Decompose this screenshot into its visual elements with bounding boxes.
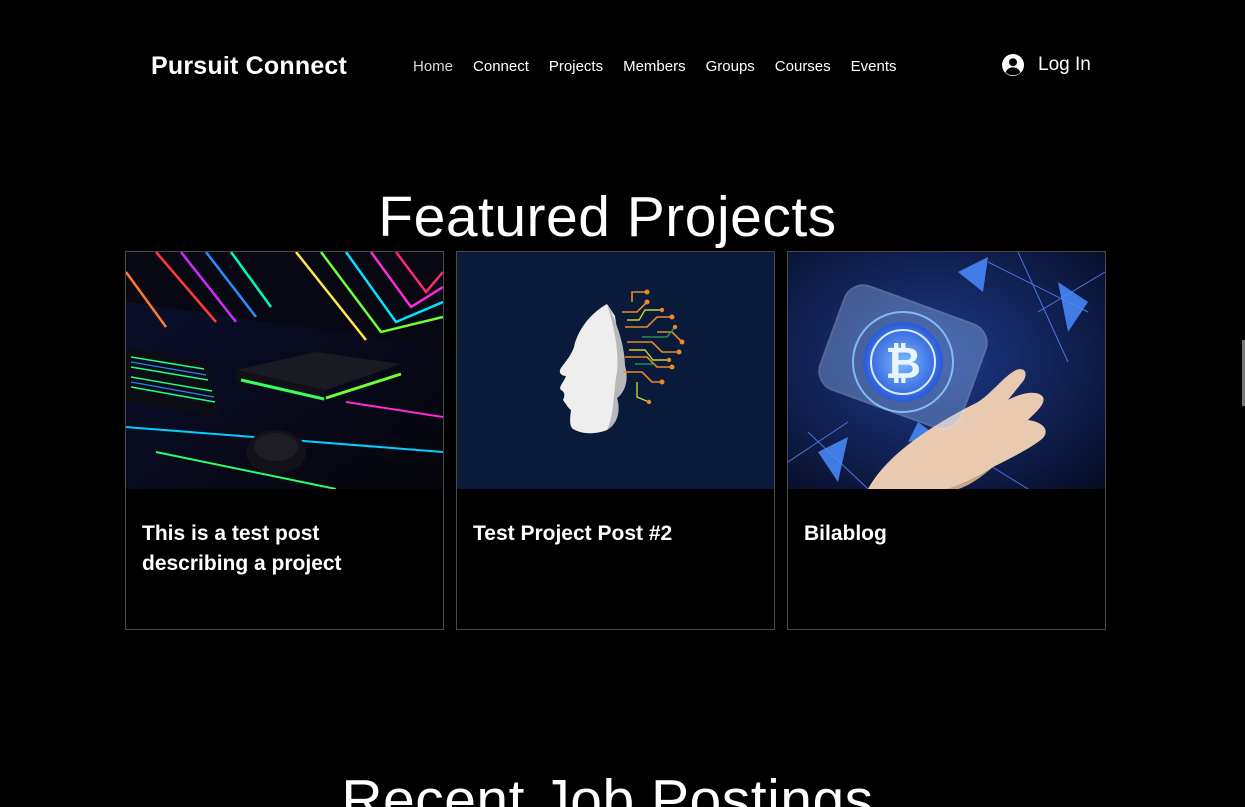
svg-text:₿: ₿ [885, 339, 921, 388]
gaming-setup-neon-image [126, 252, 443, 489]
featured-projects-title: Featured Projects [378, 185, 837, 250]
project-card-title: Test Project Post #2 [473, 522, 673, 545]
login-label: Log In [1038, 54, 1091, 75]
nav-item-groups[interactable]: Groups [696, 58, 765, 75]
bitcoin-phone-hand-image: ₿ [788, 252, 1105, 489]
project-card[interactable]: This is a test post describing a project [125, 251, 444, 630]
project-card-title: Bilablog [804, 522, 887, 545]
user-avatar-icon [1001, 53, 1025, 77]
nav-item-connect[interactable]: Connect [463, 58, 539, 75]
project-card[interactable]: Test Project Post #2 [456, 251, 775, 630]
nav-item-events[interactable]: Events [841, 58, 907, 75]
project-card-title: This is a test post describing a project [142, 522, 342, 575]
brand-logo[interactable]: Pursuit Connect [151, 52, 347, 81]
project-card[interactable]: ₿ Bilablog [787, 251, 1106, 630]
recent-job-postings-title: Recent Job Postings [341, 768, 874, 807]
nav-item-projects[interactable]: Projects [539, 58, 613, 75]
page: Pursuit Connect Home Connect Projects Me… [0, 0, 1245, 807]
main-nav: Home Connect Projects Members Groups Cou… [403, 58, 907, 75]
site-header: Pursuit Connect Home Connect Projects Me… [0, 0, 1245, 135]
nav-item-members[interactable]: Members [613, 58, 696, 75]
ai-head-circuit-image [457, 252, 774, 489]
login-button[interactable]: Log In [1001, 53, 1091, 77]
nav-item-home[interactable]: Home [403, 58, 463, 75]
nav-item-courses[interactable]: Courses [765, 58, 841, 75]
featured-projects-grid: This is a test post describing a project [125, 251, 1106, 630]
